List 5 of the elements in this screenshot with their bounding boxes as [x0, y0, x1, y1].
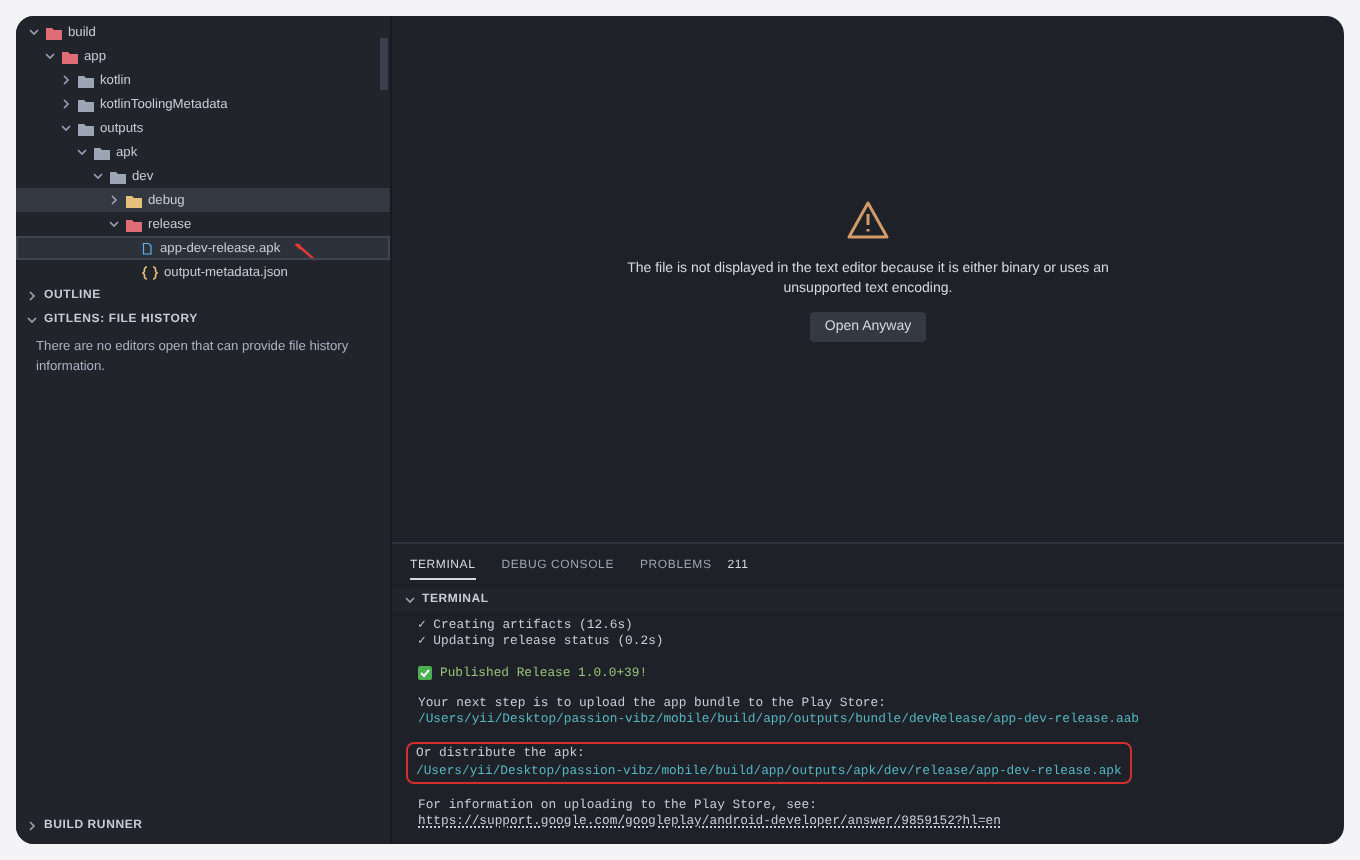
check-box-icon: [418, 666, 432, 681]
chevron-icon: [404, 594, 416, 606]
chevron-icon: [26, 820, 38, 832]
warning-icon: [846, 200, 890, 240]
scrollbar-thumb[interactable]: [380, 38, 388, 90]
